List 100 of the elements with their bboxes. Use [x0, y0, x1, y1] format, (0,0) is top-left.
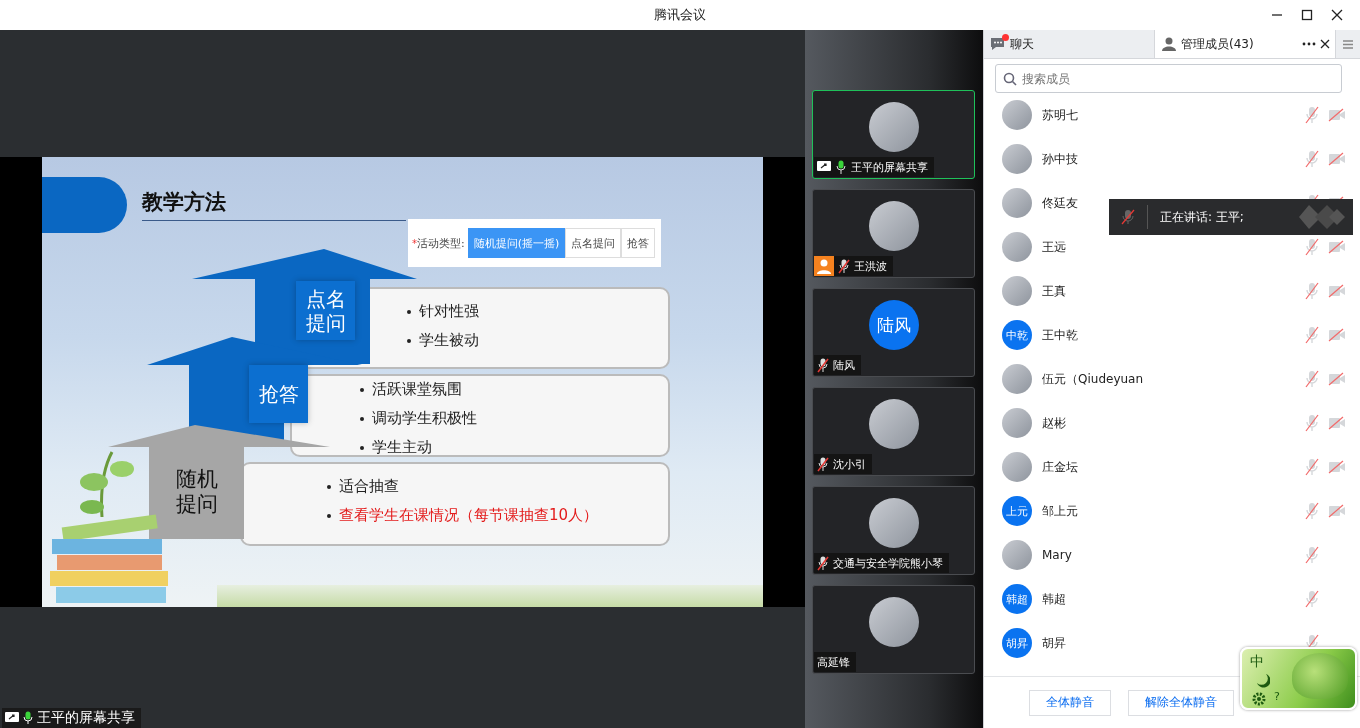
participant-name: 高延锋 — [817, 654, 850, 670]
camera-icon[interactable] — [1328, 460, 1346, 474]
camera-icon[interactable] — [1328, 108, 1346, 122]
microphone-icon[interactable] — [1304, 590, 1320, 608]
member-name: 王真 — [1042, 282, 1067, 300]
bullet-text: 学生主动 — [372, 438, 432, 457]
video-tile[interactable]: 沈小引 — [812, 387, 975, 476]
input-mode-text: 中 — [1250, 653, 1264, 671]
member-name: 王远 — [1042, 238, 1067, 256]
avatar-photo — [1002, 188, 1032, 218]
avatar-initials: 韩超 — [1002, 584, 1032, 614]
bullet-icon — [360, 416, 364, 421]
camera-icon[interactable] — [1328, 240, 1346, 254]
microphone-icon[interactable] — [1304, 414, 1320, 432]
bullet-icon — [327, 513, 331, 518]
avatar-photo — [868, 201, 919, 251]
person-icon — [1161, 36, 1177, 52]
form-label: 活动类型: — [417, 235, 465, 251]
camera-icon[interactable] — [1328, 504, 1346, 518]
ime-floating-menu[interactable]: 中 ? — [1240, 647, 1357, 710]
avatar-photo — [1002, 452, 1032, 482]
avatar-initials: 中乾 — [1002, 320, 1032, 350]
video-tile[interactable]: 陆风 陆风 — [812, 288, 975, 377]
avatar-initials: 陆风 — [868, 300, 919, 350]
microphone-icon — [1121, 209, 1135, 225]
bullet-text: 学生被动 — [419, 331, 479, 350]
close-icon[interactable] — [1320, 39, 1330, 49]
step-label: 抢答 — [249, 365, 308, 423]
step-label: 点名提问 — [296, 281, 355, 340]
camera-icon[interactable] — [1328, 152, 1346, 166]
bullet-text: 针对性强 — [419, 302, 479, 321]
camera-icon[interactable] — [1328, 372, 1346, 386]
menu-icon — [1343, 39, 1353, 49]
avatar-initials: 胡昇 — [1002, 628, 1032, 658]
presenter-name: 王平的屏幕共享 — [37, 709, 135, 727]
slide-title: 教学方法 — [142, 188, 406, 221]
video-tile[interactable]: 交通与安全学院熊小琴 — [812, 486, 975, 575]
bullet-text: 活跃课堂氛围 — [372, 380, 462, 399]
microphone-icon[interactable] — [1304, 326, 1320, 344]
avatar-photo — [1002, 144, 1032, 174]
step-label: 随机提问 — [175, 465, 219, 518]
participant-name: 陆风 — [833, 357, 855, 373]
camera-icon[interactable] — [1328, 284, 1346, 298]
avatar-photo — [1002, 408, 1032, 438]
bullet-icon — [360, 445, 364, 450]
avatar-photo — [868, 102, 919, 152]
microphone-icon[interactable] — [1304, 238, 1320, 256]
member-name: 孙中技 — [1042, 150, 1079, 168]
avatar-photo — [1002, 232, 1032, 262]
bullet-icon — [407, 338, 411, 343]
speaking-text: 正在讲话: 王平; — [1160, 208, 1244, 226]
participant-name: 王平的屏幕共享 — [851, 159, 928, 175]
microphone-icon[interactable] — [1304, 370, 1320, 388]
member-name: 苏明七 — [1042, 106, 1079, 124]
segment-option[interactable]: 抢答 — [621, 228, 656, 258]
logo-icon — [1299, 203, 1345, 231]
camera-icon[interactable] — [1328, 328, 1346, 342]
avatar-photo — [1002, 100, 1032, 130]
member-name: 伍元（Qiudeyuan — [1042, 370, 1145, 388]
maximize-icon[interactable] — [1301, 9, 1313, 21]
leaf-drawing — [1292, 653, 1348, 699]
mute-all-button[interactable]: 全体静音 — [1029, 689, 1111, 716]
window-title: 腾讯会议 — [654, 6, 706, 24]
segment-option[interactable]: 点名提问 — [565, 228, 622, 258]
avatar-photo — [1002, 364, 1032, 394]
more-icon[interactable] — [1302, 42, 1316, 46]
bullet-text: 适合抽查 — [339, 477, 399, 496]
close-icon[interactable] — [1331, 9, 1343, 21]
microphone-icon[interactable] — [1304, 282, 1320, 300]
member-name: 佟廷友 — [1042, 194, 1079, 212]
microphone-icon[interactable] — [1304, 502, 1320, 520]
avatar-photo — [868, 399, 919, 449]
mute-all-button[interactable]: 解除全体静音 — [1128, 689, 1234, 716]
bullet-icon — [327, 484, 331, 489]
microphone-icon[interactable] — [1304, 458, 1320, 476]
help-text: ? — [1274, 690, 1280, 703]
microphone-icon[interactable] — [1304, 106, 1320, 124]
avatar-initials: 上元 — [1002, 496, 1032, 526]
video-tile[interactable]: 王平的屏幕共享 — [812, 90, 975, 179]
bullet-text: 调动学生积极性 — [372, 409, 477, 428]
video-tile[interactable]: 高延锋 — [812, 585, 975, 674]
member-name: Mary — [1042, 548, 1073, 562]
member-name: 王中乾 — [1042, 326, 1079, 344]
search-input[interactable]: 搜索成员 — [995, 64, 1342, 93]
member-name: 赵彬 — [1042, 414, 1067, 432]
camera-icon[interactable] — [1328, 416, 1346, 430]
microphone-icon[interactable] — [1304, 546, 1320, 564]
member-name: 庄金坛 — [1042, 458, 1079, 476]
microphone-icon[interactable] — [1304, 150, 1320, 168]
avatar-photo — [868, 597, 919, 647]
bullet-text: 查看学生在课情况（每节课抽查10人） — [339, 506, 599, 525]
video-tile[interactable]: 王洪波 — [812, 189, 975, 278]
bullet-icon — [407, 309, 411, 314]
participant-name: 王洪波 — [854, 258, 887, 274]
screen-share-icon — [5, 712, 19, 724]
moon-icon — [1256, 673, 1270, 689]
member-name: 韩超 — [1042, 590, 1067, 608]
chat-icon — [990, 37, 1006, 51]
participant-name: 沈小引 — [833, 456, 866, 472]
settings-icon — [1252, 692, 1266, 706]
